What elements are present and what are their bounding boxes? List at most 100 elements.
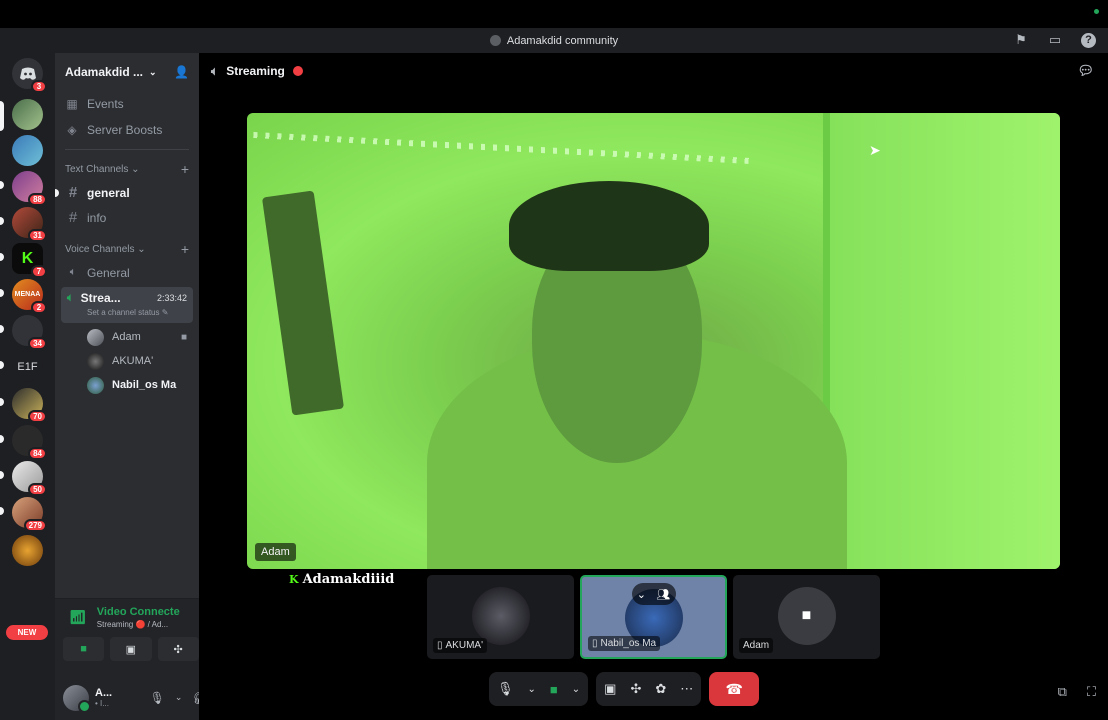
voice-user-adam[interactable]: Adam ■: [55, 325, 199, 349]
voice-user-name: Nabil_os Ma: [112, 379, 177, 391]
voice-channel-streaming[interactable]: 🔈︎ Strea... 2:33:42 Set a channel status…: [61, 287, 193, 323]
unread-pill: [0, 325, 4, 333]
microphone-icon[interactable]: 🎙︎: [497, 681, 514, 697]
events-item[interactable]: ▦ Events: [55, 91, 199, 117]
user-avatar[interactable]: [63, 684, 91, 713]
user-status: • I...: [95, 699, 109, 708]
help-icon[interactable]: ?: [1081, 32, 1096, 48]
voice-user-nabil[interactable]: Nabil_os Ma: [55, 373, 199, 397]
guild-icon-11[interactable]: 279: [12, 497, 47, 532]
inbox-icon[interactable]: ▭: [1047, 32, 1063, 48]
divider: [65, 149, 189, 150]
soundboard-icon[interactable]: ✿: [655, 681, 666, 697]
guild-icon-10[interactable]: 50: [12, 461, 47, 496]
participant-tile-adam[interactable]: ■ Adam: [733, 575, 880, 659]
speaker-icon: 🔈︎: [67, 291, 74, 304]
server-icon: [489, 35, 501, 46]
streamer-name: Adamakdiiid: [302, 572, 395, 587]
guild-icon-2[interactable]: [12, 135, 43, 166]
microphone-icon[interactable]: 🎙︎: [150, 691, 165, 705]
tile-controls[interactable]: ⌄ 👥︎: [631, 583, 676, 605]
guild-text-e1f[interactable]: E1F: [12, 351, 43, 382]
voice-status-title[interactable]: Video Connecte: [97, 606, 193, 618]
activities-icon[interactable]: ✣: [630, 681, 641, 697]
channel-status[interactable]: Set a channel status ✎: [87, 308, 187, 317]
server-boosts-item[interactable]: ◈ Server Boosts: [55, 117, 199, 143]
voice-channel-general[interactable]: 🔈︎ General: [55, 260, 199, 285]
title-bar: Adamakdid community ⚑ ▭ ?: [0, 28, 1108, 53]
streamer-overlay: K Adamakdiiid: [289, 572, 394, 587]
end-call-button[interactable]: ☎: [709, 672, 760, 706]
guild-badge: 7: [31, 265, 47, 278]
unread-pill: [0, 289, 4, 297]
guild-icon-12[interactable]: [12, 535, 43, 566]
add-member-icon[interactable]: 👤: [174, 65, 189, 79]
camera-button[interactable]: ■: [63, 637, 105, 661]
chat-icon[interactable]: 💬︎: [1077, 63, 1094, 79]
tile-label: ▯ AKUMA': [433, 638, 487, 653]
guild-icon-8[interactable]: 70: [12, 388, 47, 423]
guild-icon-6[interactable]: 34: [12, 315, 47, 350]
category-label: Voice Channels: [65, 243, 135, 255]
new-badge[interactable]: NEW: [6, 625, 48, 640]
tile-label: ▯ Nabil_os Ma: [588, 636, 661, 651]
more-icon[interactable]: ⋯: [680, 681, 693, 697]
activities-icon: ✣: [173, 643, 183, 656]
guild-icon-1[interactable]: [12, 99, 43, 130]
activities-button[interactable]: ✣: [157, 637, 199, 661]
screen-share-icon[interactable]: ▣: [604, 681, 616, 697]
speaker-icon: 🔈︎: [69, 266, 77, 278]
participant-tile-nabil[interactable]: ⌄ 👥︎ ▯ Nabil_os Ma: [580, 575, 727, 659]
title-bar-actions: ⚑ ▭ ?: [1013, 32, 1096, 48]
people-icon[interactable]: 👥︎: [656, 588, 670, 601]
door: [830, 113, 1060, 569]
main-video[interactable]: Adam: [247, 113, 1060, 569]
screen-share-button[interactable]: ▣: [110, 637, 152, 661]
chevron-down-icon[interactable]: ⌄: [528, 684, 536, 695]
server-header[interactable]: Adamakdid ... ⌄ 👤: [55, 53, 199, 91]
voice-timer: 2:33:42: [156, 293, 187, 303]
guild-icon-3[interactable]: 88: [12, 171, 47, 206]
flag-icon[interactable]: ⚑: [1013, 32, 1029, 48]
window-controls: ⧉ ⛶: [1058, 684, 1096, 700]
chevron-down-icon[interactable]: ⌄: [637, 588, 646, 601]
add-channel-icon[interactable]: +: [181, 241, 189, 257]
voice-user-akuma[interactable]: AKUMA': [55, 349, 199, 373]
kick-guild-icon[interactable]: K 7: [12, 243, 47, 278]
led-strip: [253, 131, 753, 165]
person-cap: [509, 181, 709, 271]
unread-pill: [55, 188, 59, 197]
category-text-channels[interactable]: Text Channels ⌄ +: [55, 158, 199, 180]
voice-stage: 🔈︎ Streaming 💬︎ Adam K Adamakdiiid ▯ AKU…: [199, 53, 1108, 720]
guild-badge: 88: [28, 193, 47, 206]
main-video-label: Adam: [255, 543, 296, 561]
participant-tile-akuma[interactable]: ▯ AKUMA': [427, 575, 574, 659]
guild-icon-menaa[interactable]: MENAA 2: [12, 279, 47, 314]
category-voice-channels[interactable]: Voice Channels ⌄ +: [55, 238, 199, 260]
unread-pill: [0, 217, 4, 225]
guild-icon-4[interactable]: 31: [12, 207, 47, 242]
user-name[interactable]: A...: [95, 687, 125, 699]
camera-icon[interactable]: ■: [550, 682, 558, 697]
fullscreen-icon[interactable]: ⛶: [1087, 684, 1096, 700]
voice-status-sub[interactable]: Streaming 🔴 / Ad...: [97, 620, 193, 629]
status-dot: [1094, 9, 1099, 14]
channel-general[interactable]: # general: [55, 180, 199, 205]
signal-icon[interactable]: 📶︎: [69, 609, 87, 626]
guild-badge: 34: [28, 337, 47, 350]
home-badge: 3: [31, 80, 47, 93]
guild-badge: 70: [28, 410, 47, 423]
chevron-down-icon[interactable]: ⌄: [572, 684, 580, 695]
call-controls: 🎙︎ ⌄ ■ ⌄ ▣ ✣ ✿ ⋯ ☎: [489, 672, 760, 706]
discord-home-icon[interactable]: 3: [12, 58, 47, 93]
chevron-down-icon[interactable]: ⌄: [175, 692, 183, 703]
pop-out-icon[interactable]: ⧉: [1058, 684, 1067, 700]
window-title: Adamakdid community: [506, 34, 619, 47]
guild-icon-9[interactable]: 84: [12, 425, 47, 460]
add-channel-icon[interactable]: +: [181, 161, 189, 177]
channel-info[interactable]: # info: [55, 205, 199, 230]
kick-icon: K: [289, 573, 299, 586]
speaker-icon: 🔈︎: [211, 63, 219, 78]
av-controls: 🎙︎ ⌄ ■ ⌄: [489, 672, 589, 706]
mouse-cursor-icon: ➤: [869, 142, 881, 158]
